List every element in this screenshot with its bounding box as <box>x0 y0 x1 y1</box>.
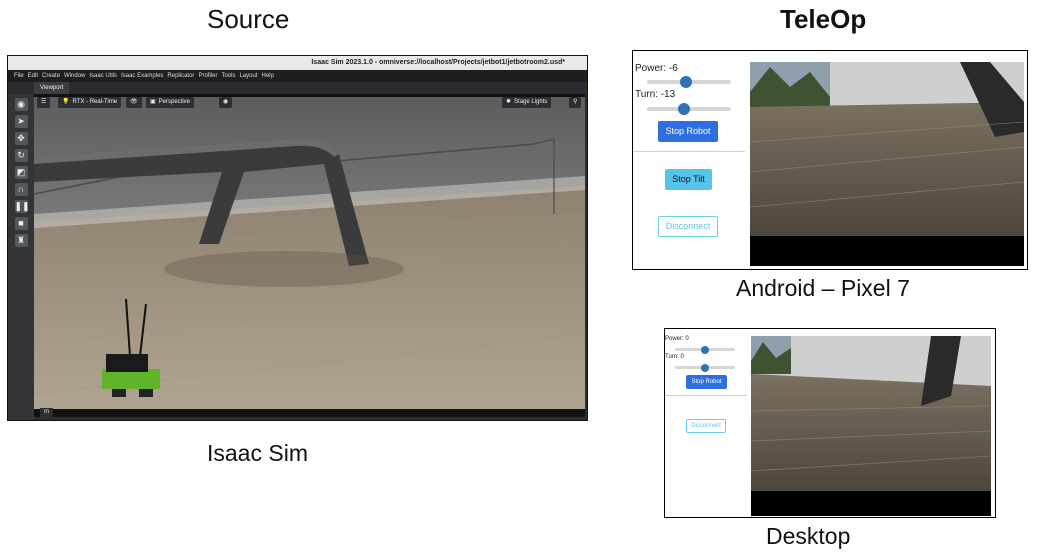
menu-item-edit[interactable]: Edit <box>28 70 38 82</box>
tab-bar <box>8 82 587 94</box>
disconnect-button[interactable]: Disconnect <box>686 419 726 433</box>
menu-item-replicator[interactable]: Replicator <box>167 70 194 82</box>
camera-feed <box>750 62 1024 266</box>
power-slider-thumb[interactable] <box>680 76 693 88</box>
snap-icon[interactable]: ∩ <box>14 183 28 196</box>
menu-item-help[interactable]: Help <box>261 70 273 82</box>
window-title: Isaac Sim 2023.1.0 - omniverse://localho… <box>8 56 587 70</box>
camera-icon[interactable]: ◉ <box>14 98 28 111</box>
turn-slider-thumb[interactable] <box>701 363 709 372</box>
android-caption: Android – Pixel 7 <box>736 275 910 301</box>
pin-icon[interactable]: ⚲ <box>569 97 582 108</box>
menu-item-profiler[interactable]: Profiler <box>198 70 217 82</box>
lights-label: Stage Lights <box>514 99 548 105</box>
stop-robot-button[interactable]: Stop Robot <box>658 121 718 142</box>
viewport[interactable]: ☰ 💡 RTX - Real-Time 👁 ▣ Perspective ◉ ✹ … <box>34 94 585 417</box>
turn-label: Turn: 0 <box>665 354 684 360</box>
teleop-heading: TeleOp <box>780 4 867 34</box>
unit-badge: m <box>40 408 53 417</box>
stop-robot-button[interactable]: Stop Robot <box>686 375 727 389</box>
menu-item-layout[interactable]: Layout <box>239 70 257 82</box>
menu-item-create[interactable]: Create <box>42 70 60 82</box>
source-heading: Source <box>207 4 290 34</box>
disconnect-button[interactable]: Disconnect <box>658 216 718 237</box>
stop-icon[interactable]: ■ <box>14 217 28 230</box>
tool-column: ◉ ➤ ✥ ↻ ◩ ∩ ❚❚ ■ ♜ <box>8 94 34 420</box>
renderer-label: RTX - Real-Time <box>72 99 118 105</box>
pause-icon[interactable]: ❚❚ <box>14 200 30 213</box>
isaac-caption: Isaac Sim <box>207 440 308 466</box>
lights-selector[interactable]: ✹ Stage Lights <box>502 97 552 108</box>
divider <box>633 151 745 152</box>
desktop-teleop-panel: Power: 0 Turn: 0 Stop Robot Disconnect <box>664 328 996 518</box>
divider <box>665 395 747 396</box>
turn-label: Turn: -13 <box>635 89 676 100</box>
rotate-icon[interactable]: ↻ <box>14 149 28 162</box>
camera-label: Perspective <box>158 99 191 105</box>
power-slider[interactable] <box>675 345 735 354</box>
menu-item-isaac-utils[interactable]: Isaac Utils <box>89 70 117 82</box>
menu-item-file[interactable]: File <box>14 70 24 82</box>
renderer-selector[interactable]: 💡 RTX - Real-Time <box>58 97 122 108</box>
stop-tilt-button[interactable]: Stop Tilt <box>665 169 712 190</box>
record-icon[interactable]: ◉ <box>219 97 233 108</box>
power-label: Power: 0 <box>665 336 689 342</box>
sun-icon: ✹ <box>506 99 512 105</box>
turn-slider[interactable] <box>675 363 735 372</box>
power-label: Power: -6 <box>635 63 678 74</box>
camera-selector[interactable]: ▣ Perspective <box>146 97 195 108</box>
menu-item-tools[interactable]: Tools <box>221 70 235 82</box>
menu-bar: File Edit Create Window Isaac Utils Isaac Exa… <box>8 70 587 82</box>
select-icon[interactable]: ➤ <box>14 115 28 128</box>
turn-slider-thumb[interactable] <box>677 103 690 115</box>
android-teleop-panel: Power: -6 Turn: -13 Stop Robot Stop Tilt… <box>632 50 1028 270</box>
power-slider-thumb[interactable] <box>701 345 709 354</box>
robot-icon[interactable]: ♜ <box>14 234 28 247</box>
camera-icon: ▣ <box>150 99 156 105</box>
settings-icon[interactable]: ☰ <box>37 97 51 108</box>
scene-render <box>34 94 585 417</box>
menu-item-window[interactable]: Window <box>64 70 85 82</box>
camera-feed <box>751 336 991 516</box>
lightbulb-icon: 💡 <box>62 99 70 105</box>
power-slider[interactable] <box>647 76 731 88</box>
isaac-sim-window: Isaac Sim 2023.1.0 - omniverse://localho… <box>7 55 588 421</box>
tab-viewport[interactable]: Viewport <box>34 82 70 94</box>
desktop-caption: Desktop <box>766 523 851 549</box>
menu-item-isaac-examples[interactable]: Isaac Examples <box>121 70 163 82</box>
turn-slider[interactable] <box>647 103 731 115</box>
eye-icon[interactable]: 👁 <box>126 97 142 108</box>
move-icon[interactable]: ✥ <box>14 132 28 145</box>
scale-icon[interactable]: ◩ <box>14 166 28 179</box>
